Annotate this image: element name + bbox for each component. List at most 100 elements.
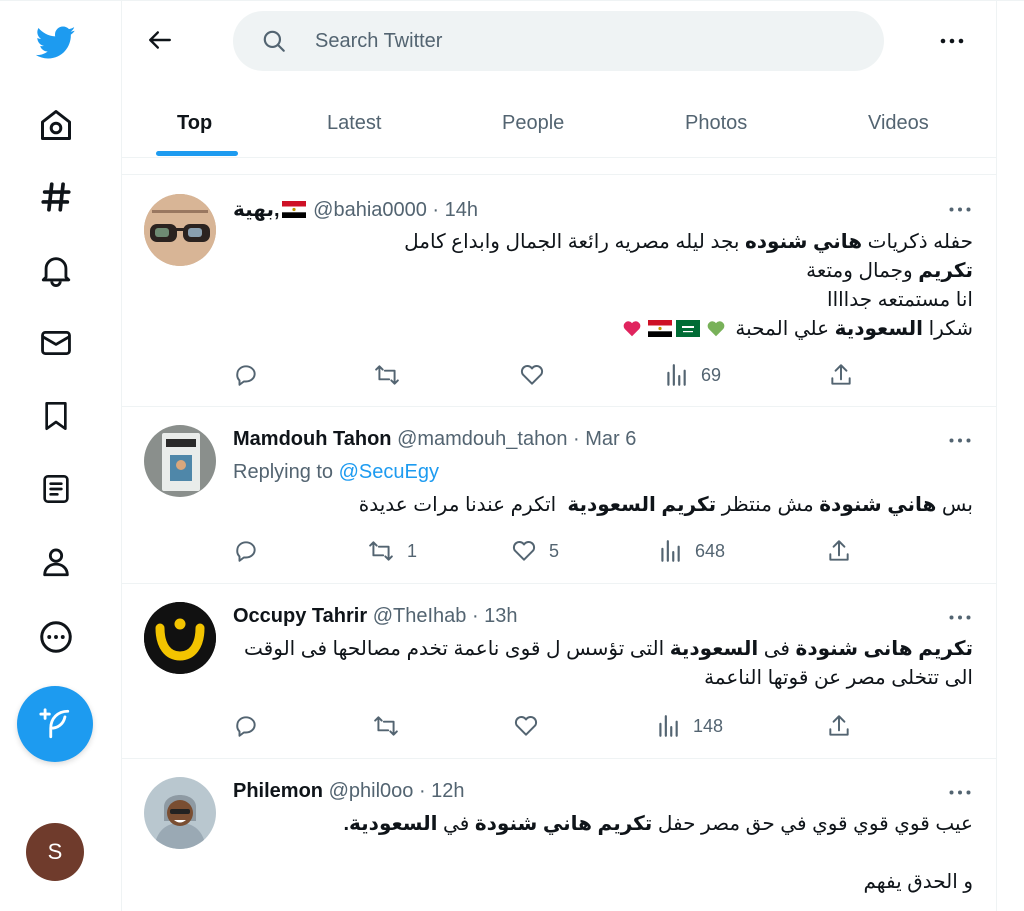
tweet[interactable]: بهية, @bahia0000 · 14h حفله ذكريات هاني … bbox=[122, 175, 996, 407]
left-navigation: S bbox=[0, 0, 112, 911]
tweet-actions: 148 bbox=[233, 711, 973, 741]
text-span: عيب قوي قوي قوي في حق مصر حفل bbox=[652, 813, 973, 835]
tweet-more-button[interactable] bbox=[946, 199, 974, 219]
avatar[interactable] bbox=[144, 194, 216, 266]
twitter-logo-icon[interactable] bbox=[25, 18, 87, 68]
text-line: و الحدق يفهم bbox=[863, 871, 973, 893]
tweet[interactable]: Occupy Tahrir @TheIhab · 13h تكريم هانى … bbox=[122, 584, 996, 759]
share-icon bbox=[829, 715, 849, 736]
display-name[interactable]: Mamdouh Tahon bbox=[233, 428, 392, 450]
tweet-more-button[interactable] bbox=[946, 607, 974, 627]
lists-icon[interactable] bbox=[25, 464, 87, 514]
like-button[interactable] bbox=[519, 360, 545, 390]
heart-icon bbox=[520, 365, 544, 385]
tab-people[interactable]: People bbox=[502, 90, 564, 156]
notifications-bell-icon[interactable] bbox=[25, 245, 87, 295]
more-horizontal-icon bbox=[949, 790, 971, 794]
tab-top[interactable]: Top bbox=[177, 90, 212, 156]
share-button[interactable] bbox=[828, 360, 854, 390]
view-count: 148 bbox=[693, 715, 724, 736]
red-heart-icon bbox=[623, 321, 641, 337]
tweet-more-button[interactable] bbox=[946, 782, 974, 802]
user-handle[interactable]: @mamdouh_tahon bbox=[397, 428, 567, 450]
replying-to: Replying to @SecuEgy bbox=[233, 461, 439, 484]
heart-icon bbox=[514, 716, 538, 736]
text-span: وجمال ومتعة bbox=[806, 260, 919, 282]
tweet-text: عيب قوي قوي قوي في حق مصر حفل تكريم هاني… bbox=[233, 810, 973, 897]
reply-button[interactable] bbox=[233, 536, 259, 566]
tab-photos[interactable]: Photos bbox=[685, 90, 747, 156]
retweet-button[interactable] bbox=[373, 360, 401, 390]
more-horizontal-icon bbox=[949, 615, 971, 619]
tweet-time[interactable]: 14h bbox=[445, 199, 478, 221]
views-chart-icon bbox=[661, 540, 680, 562]
search-icon bbox=[261, 28, 287, 54]
tweet-time[interactable]: Mar 6 bbox=[585, 428, 636, 450]
text-span: بس bbox=[936, 494, 973, 516]
share-button[interactable] bbox=[826, 711, 852, 741]
text-span: التى تؤسس ل قوى ناعمة تخدم مصالحها فى ال… bbox=[244, 638, 670, 660]
search-options-button[interactable] bbox=[936, 28, 968, 54]
retweet-icon bbox=[375, 365, 399, 385]
search-bar[interactable] bbox=[233, 11, 884, 71]
user-handle[interactable]: @phil0oo bbox=[329, 780, 414, 802]
share-button[interactable] bbox=[826, 536, 852, 566]
views-button[interactable]: 648 bbox=[657, 536, 725, 566]
tweet-text: تكريم هانى شنودة فى السعودية التى تؤسس ل… bbox=[233, 635, 973, 693]
views-button[interactable]: 148 bbox=[655, 711, 723, 741]
display-name[interactable]: Occupy Tahrir bbox=[233, 605, 367, 627]
replying-to-link[interactable]: @SecuEgy bbox=[339, 461, 439, 483]
back-button[interactable] bbox=[144, 24, 176, 56]
back-arrow-icon bbox=[149, 31, 171, 49]
messages-envelope-icon[interactable] bbox=[25, 318, 87, 368]
like-button[interactable] bbox=[513, 711, 539, 741]
retweet-button[interactable] bbox=[372, 711, 400, 741]
tweet[interactable]: Philemon @phil0oo · 12h عيب قوي قوي قوي … bbox=[122, 759, 996, 911]
tweet[interactable]: Mamdouh Tahon @mamdouh_tahon · Mar 6 Rep… bbox=[122, 407, 996, 584]
tweet-time[interactable]: 12h bbox=[431, 780, 464, 802]
like-count: 5 bbox=[549, 540, 560, 561]
text-line: انا مستمتعه جداااا bbox=[827, 289, 973, 311]
compose-tweet-button[interactable] bbox=[17, 686, 93, 762]
account-avatar[interactable]: S bbox=[26, 823, 84, 881]
retweet-count: 1 bbox=[407, 540, 418, 561]
search-input[interactable] bbox=[313, 28, 837, 54]
text-bold: تكريم هاني شنودة bbox=[474, 813, 653, 835]
bookmarks-icon[interactable] bbox=[25, 391, 87, 441]
home-icon[interactable] bbox=[25, 100, 87, 150]
reply-button[interactable] bbox=[233, 711, 259, 741]
profile-icon[interactable] bbox=[25, 537, 87, 587]
text-bold: السعودية bbox=[349, 813, 438, 835]
text-span: في bbox=[437, 813, 475, 835]
emoji-group bbox=[618, 315, 730, 344]
text-span: فى bbox=[758, 638, 796, 660]
avatar[interactable] bbox=[144, 602, 216, 674]
views-button[interactable]: 69 bbox=[663, 360, 721, 390]
reply-icon bbox=[236, 716, 256, 737]
tweet-header: Occupy Tahrir @TheIhab · 13h bbox=[233, 605, 518, 627]
more-circle-icon[interactable] bbox=[25, 612, 87, 662]
text-span: شكرا bbox=[923, 318, 973, 340]
share-icon bbox=[829, 540, 849, 561]
compose-tweet-icon bbox=[39, 708, 70, 739]
tab-latest[interactable]: Latest bbox=[327, 90, 381, 156]
text-bold: هاني شنودة bbox=[819, 494, 937, 516]
display-name[interactable]: Philemon bbox=[233, 780, 323, 802]
avatar[interactable] bbox=[144, 425, 216, 497]
retweet-button[interactable]: 1 bbox=[367, 536, 417, 566]
tweet-time[interactable]: 13h bbox=[484, 605, 517, 627]
main-column: Top Latest People Photos Videos بهية, @b… bbox=[121, 0, 997, 911]
display-name[interactable]: بهية, bbox=[233, 199, 280, 221]
avatar[interactable] bbox=[144, 777, 216, 849]
egypt-flag-icon bbox=[281, 201, 306, 218]
tweet-text: حفله ذكريات هاني شنوده بجد ليله مصريه را… bbox=[233, 228, 973, 344]
reply-button[interactable] bbox=[233, 360, 259, 390]
explore-hashtag-icon[interactable] bbox=[25, 172, 87, 222]
user-handle[interactable]: @TheIhab bbox=[373, 605, 467, 627]
more-horizontal-icon bbox=[940, 38, 964, 44]
user-handle[interactable]: @bahia0000 bbox=[313, 199, 427, 221]
egypt-flag-icon bbox=[647, 320, 672, 337]
like-button[interactable]: 5 bbox=[511, 536, 559, 566]
tab-videos[interactable]: Videos bbox=[868, 90, 929, 156]
tweet-more-button[interactable] bbox=[946, 430, 974, 450]
